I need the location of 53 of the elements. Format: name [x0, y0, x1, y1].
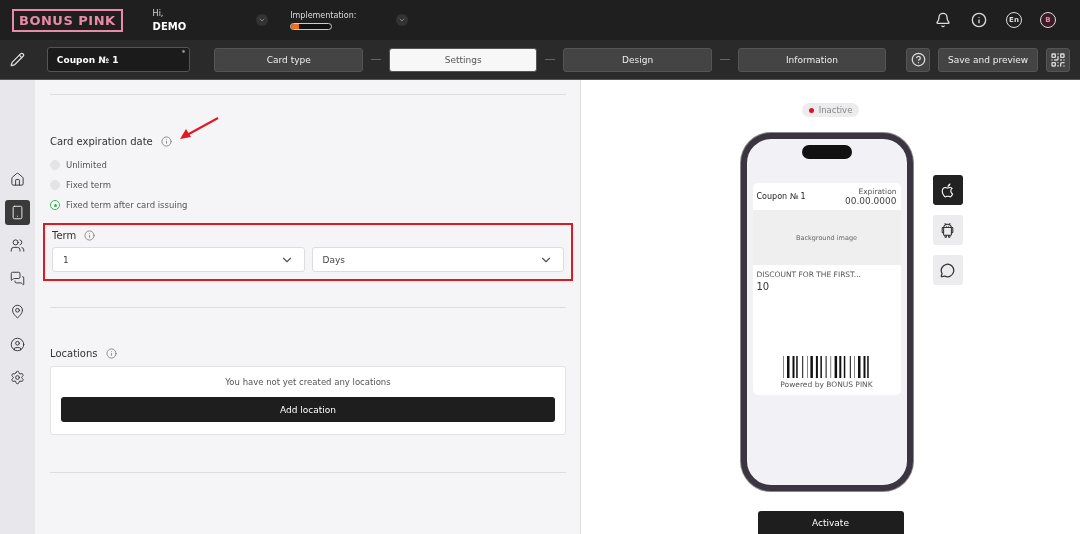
status-dot [808, 107, 814, 113]
radio-label: Fixed term [66, 180, 111, 190]
qr-code-button[interactable] [1046, 47, 1070, 72]
logo[interactable]: BONUS PINK [12, 8, 123, 32]
activate-button[interactable]: Activate [757, 511, 904, 534]
bell-icon[interactable] [935, 12, 951, 28]
implementation-caret-icon[interactable] [396, 14, 409, 26]
radio-label: Fixed term after card issuing [66, 200, 188, 210]
speech-bubble-icon [940, 262, 955, 278]
add-location-button[interactable]: Add location [61, 397, 555, 422]
camera-notch [801, 145, 852, 159]
user-menu-caret-icon[interactable] [256, 14, 269, 26]
status-label: Inactive [818, 105, 853, 115]
user-name: DEMO [152, 20, 187, 32]
apple-button[interactable] [932, 175, 963, 205]
edit-icon[interactable] [10, 52, 25, 67]
chevron-down-icon [258, 16, 267, 24]
step-tab[interactable]: Card type [214, 47, 363, 72]
qr-code-icon [1050, 51, 1067, 68]
card-title: Coupon № 1 [756, 192, 806, 201]
annotation-arrow [179, 117, 219, 141]
message-button[interactable] [932, 255, 963, 285]
help-icon [910, 52, 926, 67]
help-button[interactable] [906, 47, 930, 72]
user-icon [10, 337, 25, 352]
term-unit-select[interactable]: Days [311, 247, 564, 272]
section-title: Term [52, 230, 77, 241]
settings-icon [10, 370, 25, 385]
phone-icon [10, 205, 25, 220]
empty-message: You have not yet created any locations [225, 377, 391, 387]
implementation-progress [290, 22, 333, 30]
home-icon [10, 172, 25, 187]
apple-icon [939, 181, 956, 199]
users-icon [10, 238, 25, 253]
section-title: Locations [50, 348, 98, 359]
radio-button[interactable] [50, 200, 60, 210]
chat-icon [10, 271, 25, 286]
chevron-down-icon [398, 16, 407, 24]
greeting: Hi, [152, 8, 165, 18]
sidebar-item[interactable] [5, 200, 30, 225]
term-amount-select[interactable]: 1 [52, 247, 305, 272]
android-button[interactable] [932, 215, 963, 245]
step-tab[interactable]: Settings [388, 47, 538, 72]
android-icon [939, 221, 956, 239]
implementation-label: Implementation: [290, 10, 357, 20]
step-tab[interactable]: Information [737, 47, 887, 72]
field-value: 10 [756, 281, 771, 292]
map-pin-icon [10, 304, 25, 319]
radio-label: Unlimited [66, 160, 107, 170]
step-tab[interactable]: Design [563, 47, 712, 72]
save-preview-button[interactable]: Save and preview [938, 47, 1039, 72]
expiration-value: 00.00.0000 [844, 196, 897, 206]
section-title: Card expiration date [50, 136, 153, 147]
